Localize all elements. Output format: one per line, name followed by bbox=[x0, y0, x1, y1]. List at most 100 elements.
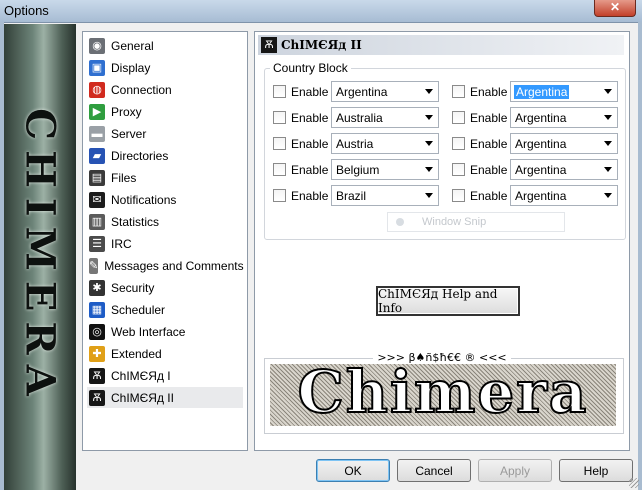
enable-label: Enable bbox=[291, 84, 329, 99]
country-select[interactable]: Brazil bbox=[331, 185, 439, 206]
chimera-logo: Chimera bbox=[270, 364, 616, 426]
enable-checkbox[interactable] bbox=[452, 163, 465, 176]
notifications-icon: ✉ bbox=[89, 191, 105, 208]
snip-icon bbox=[396, 218, 404, 226]
country-value: Australia bbox=[336, 110, 383, 125]
sidebar-item-connection[interactable]: ◍ Connection bbox=[87, 79, 243, 100]
country-select[interactable]: Argentina bbox=[510, 185, 618, 206]
connection-icon: ◍ bbox=[89, 81, 105, 98]
sidebar-item-statistics[interactable]: ▥ Statistics bbox=[87, 211, 243, 232]
sidebar-item-server[interactable]: ▬ Server bbox=[87, 123, 243, 144]
security-icon: ✱ bbox=[89, 279, 105, 296]
country-select[interactable]: Australia bbox=[331, 107, 439, 128]
country-select[interactable]: Argentina bbox=[510, 133, 618, 154]
enable-checkbox[interactable] bbox=[452, 85, 465, 98]
enable-checkbox[interactable] bbox=[273, 163, 286, 176]
sidebar-item-security[interactable]: ✱ Security bbox=[87, 277, 243, 298]
country-value: Belgium bbox=[336, 162, 380, 177]
directories-icon: ▰ bbox=[89, 147, 105, 164]
country-select[interactable]: Austria bbox=[331, 133, 439, 154]
sidebar-item-label: Messages and Comments bbox=[104, 258, 244, 273]
apply-label: Apply bbox=[499, 463, 531, 478]
server-icon: ▬ bbox=[89, 125, 105, 142]
chimera-banner: CHIMERA bbox=[4, 24, 76, 490]
sidebar-item-messages[interactable]: ✎ Messages and Comments bbox=[87, 255, 244, 276]
sidebar-item-chimera-1[interactable]: Ѫ ChIMЄЯд I bbox=[87, 365, 243, 386]
chimera-icon: Ѫ bbox=[89, 389, 105, 406]
sidebar-item-label: General bbox=[111, 38, 154, 53]
settings-panel: Ѫ ChIMЄЯд II Country Block Enable Argent… bbox=[254, 31, 630, 451]
country-select[interactable]: Belgium bbox=[331, 159, 439, 180]
sidebar-item-label: ChIMЄЯд I bbox=[111, 368, 171, 383]
country-row: Enable Austria bbox=[273, 133, 439, 154]
web-interface-icon: ◎ bbox=[89, 323, 105, 340]
irc-icon: ☰ bbox=[89, 235, 105, 252]
options-sidebar[interactable]: ◉ General ▣ Display ◍ Connection ▶ Proxy ▬ Se… bbox=[82, 31, 248, 451]
country-select[interactable]: Argentina bbox=[510, 159, 618, 180]
country-row: Enable Argentina bbox=[452, 185, 618, 206]
enable-label: Enable bbox=[291, 162, 329, 177]
sidebar-item-irc[interactable]: ☰ IRC bbox=[87, 233, 243, 254]
sidebar-item-directories[interactable]: ▰ Directories bbox=[87, 145, 243, 166]
country-value: Argentina bbox=[514, 84, 570, 99]
country-row: Enable Argentina bbox=[452, 107, 618, 128]
country-block-label: Country Block bbox=[270, 61, 351, 75]
close-button[interactable]: ✕ bbox=[594, 0, 636, 17]
chimera-icon: Ѫ bbox=[261, 37, 277, 53]
scheduler-icon: ▦ bbox=[89, 301, 105, 318]
enable-label: Enable bbox=[470, 136, 508, 151]
country-row: Enable Argentina bbox=[452, 81, 618, 102]
country-value: Argentina bbox=[336, 84, 388, 99]
chimera-help-button[interactable]: ChIMЄЯд Help and Info bbox=[376, 286, 520, 316]
cancel-button[interactable]: Cancel bbox=[397, 459, 471, 482]
sidebar-item-scheduler[interactable]: ▦ Scheduler bbox=[87, 299, 243, 320]
enable-checkbox[interactable] bbox=[273, 189, 286, 202]
enable-checkbox[interactable] bbox=[452, 189, 465, 202]
country-row: Enable Argentina bbox=[273, 81, 439, 102]
chevron-down-icon bbox=[425, 141, 433, 146]
title-bar: Options ✕ bbox=[0, 0, 642, 23]
sidebar-item-label: Directories bbox=[111, 148, 169, 163]
country-row: Enable Australia bbox=[273, 107, 439, 128]
resize-grip[interactable] bbox=[629, 478, 639, 488]
country-select[interactable]: Argentina bbox=[331, 81, 439, 102]
apply-button[interactable]: Apply bbox=[478, 459, 552, 482]
sidebar-item-extended[interactable]: ✚ Extended bbox=[87, 343, 243, 364]
sidebar-item-chimera-2[interactable]: Ѫ ChIMЄЯд II bbox=[87, 387, 243, 408]
country-select[interactable]: Argentina bbox=[510, 81, 618, 102]
sidebar-item-label: IRC bbox=[111, 236, 132, 251]
sidebar-item-proxy[interactable]: ▶ Proxy bbox=[87, 101, 243, 122]
ok-button[interactable]: OK bbox=[316, 459, 390, 482]
sidebar-item-label: Scheduler bbox=[111, 302, 166, 317]
sidebar-item-notifications[interactable]: ✉ Notifications bbox=[87, 189, 243, 210]
messages-icon: ✎ bbox=[89, 257, 99, 274]
sidebar-item-display[interactable]: ▣ Display bbox=[87, 57, 243, 78]
country-value: Argentina bbox=[515, 162, 567, 177]
cancel-label: Cancel bbox=[415, 463, 453, 478]
enable-label: Enable bbox=[470, 84, 508, 99]
proxy-icon: ▶ bbox=[89, 103, 105, 120]
enable-checkbox[interactable] bbox=[452, 137, 465, 150]
enable-checkbox[interactable] bbox=[452, 111, 465, 124]
enable-checkbox[interactable] bbox=[273, 111, 286, 124]
chevron-down-icon bbox=[604, 115, 612, 120]
country-row: Enable Argentina bbox=[452, 159, 618, 180]
country-value: Argentina bbox=[515, 188, 567, 203]
window-snip-ghost: Window Snip bbox=[387, 212, 565, 232]
chevron-down-icon bbox=[604, 167, 612, 172]
logo-caption-text: >>> β♠ñ$ħ€€ ® <<< bbox=[373, 351, 511, 364]
ok-label: OK bbox=[344, 463, 362, 478]
country-select[interactable]: Argentina bbox=[510, 107, 618, 128]
sidebar-item-web-interface[interactable]: ◎ Web Interface bbox=[87, 321, 243, 342]
enable-checkbox[interactable] bbox=[273, 85, 286, 98]
country-value: Argentina bbox=[515, 136, 567, 151]
help-button[interactable]: Help bbox=[559, 459, 633, 482]
panel-title: ChIMЄЯд II bbox=[281, 38, 362, 52]
sidebar-item-files[interactable]: ▤ Files bbox=[87, 167, 243, 188]
sidebar-item-general[interactable]: ◉ General bbox=[87, 35, 243, 56]
chevron-down-icon bbox=[604, 193, 612, 198]
enable-checkbox[interactable] bbox=[273, 137, 286, 150]
sidebar-item-label: Web Interface bbox=[111, 324, 186, 339]
country-value: Austria bbox=[336, 136, 374, 151]
enable-label: Enable bbox=[291, 110, 329, 125]
